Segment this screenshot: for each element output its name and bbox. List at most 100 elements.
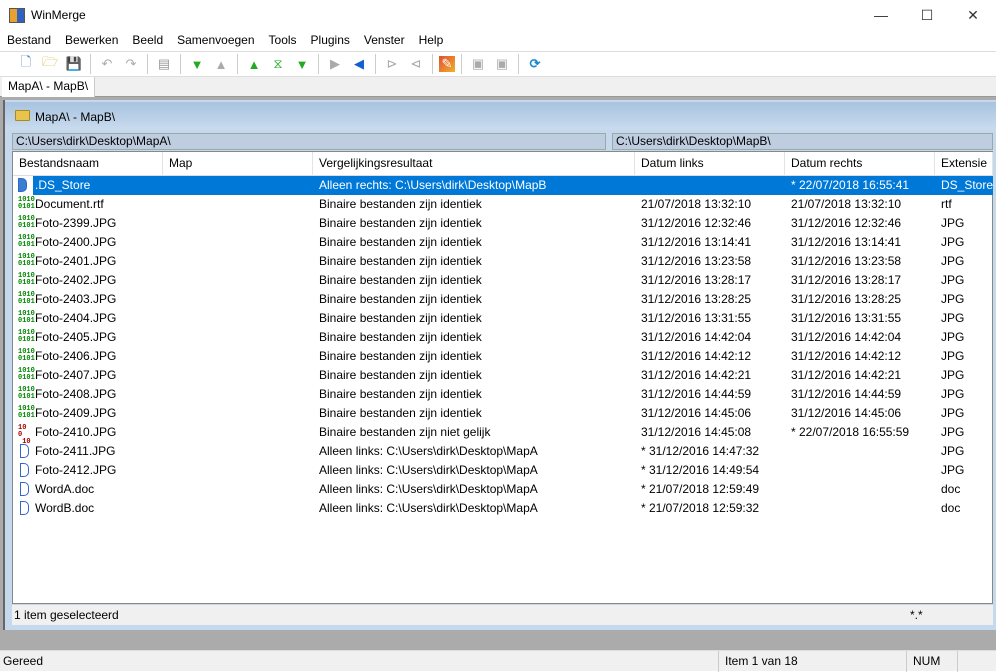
cell-name: Foto-2399.JPG xyxy=(35,216,117,230)
cell-extension: rtf xyxy=(941,197,952,211)
cell-date-right: 21/07/2018 13:32:10 xyxy=(791,197,902,211)
column-header-result[interactable]: Vergelijkingsresultaat xyxy=(313,152,635,176)
menu-tools[interactable]: Tools xyxy=(262,32,304,50)
cell-result: Alleen rechts: C:\Users\dirk\Desktop\Map… xyxy=(319,178,547,192)
cell-name: Foto-2412.JPG xyxy=(35,463,117,477)
folder-icon xyxy=(15,110,30,121)
menu-bestand[interactable]: Bestand xyxy=(0,32,58,50)
left-path-bar[interactable]: C:\Users\dirk\Desktop\MapA\ xyxy=(12,133,606,150)
cell-date-right: 31/12/2016 13:31:55 xyxy=(791,311,902,325)
cell-name: WordB.doc xyxy=(35,501,95,515)
refresh-icon[interactable]: ⟳ xyxy=(525,55,545,73)
cell-result: Binaire bestanden zijn identiek xyxy=(319,273,482,287)
cell-extension: JPG xyxy=(941,273,965,287)
table-row[interactable]: 1010 0101 Foto-2405.JPG Binaire bestanden z… xyxy=(13,328,993,347)
cell-name: Foto-2410.JPG xyxy=(35,425,117,439)
table-row[interactable]: WordB.doc Alleen links: C:\Users\dirk\Des… xyxy=(13,499,993,518)
menu-help[interactable]: Help xyxy=(412,32,451,50)
cell-date-right: 31/12/2016 14:42:12 xyxy=(791,349,902,363)
cell-date-left: 31/12/2016 14:45:06 xyxy=(641,406,752,420)
last-diff-icon[interactable]: ▼ xyxy=(292,55,312,73)
collapse-icon[interactable]: ▣ xyxy=(492,55,512,73)
menu-samenvoegen[interactable]: Samenvoegen xyxy=(170,32,261,50)
filter-text[interactable]: *.* xyxy=(910,605,923,625)
table-row[interactable]: Foto-2411.JPG Alleen links: C:\Users\dirk… xyxy=(13,442,993,461)
copy-left-icon[interactable]: ◀ xyxy=(349,55,369,73)
cell-name: .DS_Store xyxy=(35,178,91,192)
toolbar-separator xyxy=(461,54,462,74)
prev-diff-icon[interactable]: ▲ xyxy=(211,55,231,73)
table-row[interactable]: 1010 0101 Foto-2403.JPG Binaire bestanden z… xyxy=(13,290,993,309)
tab-compare[interactable]: MapA\ - MapB\ xyxy=(2,77,96,97)
cell-name: Foto-2407.JPG xyxy=(35,368,117,382)
cell-result: Binaire bestanden zijn identiek xyxy=(319,406,482,420)
table-row[interactable]: 1010 0101 Foto-2399.JPG Binaire bestanden z… xyxy=(13,214,993,233)
left-only-icon xyxy=(20,444,29,458)
table-row[interactable]: 1010 0101 Foto-2407.JPG Binaire bestanden z… xyxy=(13,366,993,385)
toolbar: 🗋 🗁 💾 ↶ ↷ ▤ ▼ ▲ ▲ ⧖ ▼ ▶ ◀ ⊳ ⊲ ✎ ▣ ▣ ⟳ xyxy=(0,51,996,77)
table-row[interactable]: 1010 0101 Foto-2400.JPG Binaire bestanden z… xyxy=(13,233,993,252)
column-header-date-left[interactable]: Datum links xyxy=(635,152,785,176)
toolbar-separator xyxy=(432,54,433,74)
cell-extension: JPG xyxy=(941,387,965,401)
cell-result: Alleen links: C:\Users\dirk\Desktop\MapA xyxy=(319,501,538,515)
copy-left-advance-icon[interactable]: ⊲ xyxy=(406,55,426,73)
cell-date-right: 31/12/2016 14:45:06 xyxy=(791,406,902,420)
cell-result: Binaire bestanden zijn identiek xyxy=(319,254,482,268)
app-icon xyxy=(9,8,25,23)
cell-date-left: * 31/12/2016 14:47:32 xyxy=(641,444,760,458)
right-only-icon xyxy=(18,178,27,192)
options-icon[interactable]: ✎ xyxy=(439,56,455,72)
menu-venster[interactable]: Venster xyxy=(357,32,412,50)
toolbar-separator xyxy=(375,54,376,74)
column-header-extension[interactable]: Extensie xyxy=(935,152,993,176)
current-diff-icon[interactable]: ⧖ xyxy=(268,55,288,73)
table-row[interactable]: 1010 0101 Foto-2408.JPG Binaire bestanden z… xyxy=(13,385,993,404)
table-row[interactable]: 1010 0101 Foto-2401.JPG Binaire bestanden z… xyxy=(13,252,993,271)
cell-date-right: 31/12/2016 13:28:25 xyxy=(791,292,902,306)
next-diff-icon[interactable]: ▼ xyxy=(187,55,207,73)
table-row[interactable]: 1010 0101 Foto-2406.JPG Binaire bestanden z… xyxy=(13,347,993,366)
table-row[interactable]: 1010 0101 Foto-2409.JPG Binaire bestanden z… xyxy=(13,404,993,423)
cell-date-left: 31/12/2016 13:28:17 xyxy=(641,273,752,287)
cell-date-right: 31/12/2016 14:42:04 xyxy=(791,330,902,344)
table-row[interactable]: 1010 0101 Foto-2402.JPG Binaire bestanden z… xyxy=(13,271,993,290)
first-diff-icon[interactable]: ▲ xyxy=(244,55,264,73)
minimize-button[interactable]: — xyxy=(858,0,904,32)
cell-name: Foto-2403.JPG xyxy=(35,292,117,306)
cell-extension: doc xyxy=(941,482,961,496)
table-row[interactable]: .DS_Store Alleen rechts: C:\Users\dirk\De… xyxy=(18,176,993,195)
menu-bewerken[interactable]: Bewerken xyxy=(58,32,125,50)
table-row[interactable]: WordA.doc Alleen links: C:\Users\dirk\Des… xyxy=(13,480,993,499)
cell-result: Alleen links: C:\Users\dirk\Desktop\MapA xyxy=(319,482,538,496)
copy-right-advance-icon[interactable]: ⊳ xyxy=(382,55,402,73)
column-header-name[interactable]: Bestandsnaam xyxy=(13,152,163,176)
column-header-map[interactable]: Map xyxy=(163,152,313,176)
redo-icon[interactable]: ↷ xyxy=(121,55,141,73)
cell-extension: JPG xyxy=(941,254,965,268)
table-row[interactable]: 10 0 10 Foto-2410.JPG Binaire bestanden zi… xyxy=(13,423,993,446)
table-row[interactable]: Foto-2412.JPG Alleen links: C:\Users\dirk… xyxy=(13,461,993,480)
columns-icon[interactable]: ▤ xyxy=(154,55,174,73)
menu-plugins[interactable]: Plugins xyxy=(304,32,357,50)
maximize-button[interactable]: ☐ xyxy=(904,0,950,32)
undo-icon[interactable]: ↶ xyxy=(97,55,117,73)
open-folder-icon[interactable]: 🗁 xyxy=(40,54,60,73)
cell-name: Foto-2402.JPG xyxy=(35,273,117,287)
cell-name: Foto-2401.JPG xyxy=(35,254,117,268)
cell-name: WordA.doc xyxy=(35,482,95,496)
new-icon[interactable]: 🗋 xyxy=(16,54,36,73)
selection-status: 1 item geselecteerd *.* xyxy=(12,605,993,625)
expand-icon[interactable]: ▣ xyxy=(468,55,488,73)
close-button[interactable]: ✕ xyxy=(950,0,996,32)
cell-name: Foto-2406.JPG xyxy=(35,349,117,363)
table-row[interactable]: 1010 0101 Foto-2404.JPG Binaire bestanden z… xyxy=(13,309,993,328)
menu-beeld[interactable]: Beeld xyxy=(125,32,170,50)
column-header-date-right[interactable]: Datum rechts xyxy=(785,152,935,176)
table-row[interactable]: 1010 0101 Document.rtf Binaire bestanden zi… xyxy=(13,195,993,214)
cell-extension: JPG xyxy=(941,216,965,230)
save-icon[interactable]: 💾 xyxy=(64,55,84,73)
copy-right-icon[interactable]: ▶ xyxy=(325,55,345,73)
cell-date-left: 31/12/2016 13:31:55 xyxy=(641,311,752,325)
right-path-bar[interactable]: C:\Users\dirk\Desktop\MapB\ xyxy=(612,133,993,150)
